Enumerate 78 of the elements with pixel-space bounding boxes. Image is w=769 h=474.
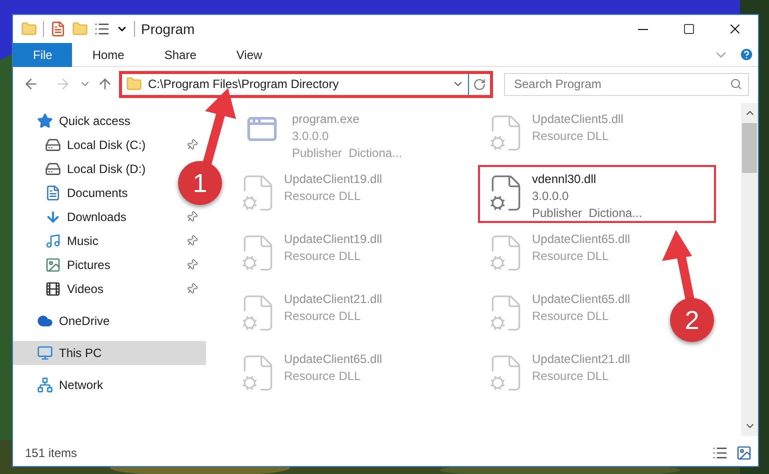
- sidebar-label: Downloads: [67, 209, 126, 226]
- search-field[interactable]: Search Program: [504, 72, 749, 96]
- sidebar-item[interactable]: Documents: [13, 181, 136, 205]
- sidebar-label: Quick access: [59, 113, 130, 130]
- drive-icon: [45, 161, 61, 177]
- sidebar-item[interactable]: Videos: [13, 277, 206, 301]
- monitor-icon: [37, 345, 53, 361]
- file-detail: Resource DLL: [284, 368, 362, 385]
- file-name: UpdateClient5.dll: [532, 111, 624, 128]
- maximize-icon: [683, 23, 695, 35]
- large-icons-view-icon[interactable]: [736, 445, 752, 461]
- drive-icon: [45, 137, 61, 153]
- help-icon[interactable]: [739, 47, 754, 62]
- up-icon[interactable]: [97, 76, 113, 92]
- picture-icon: [45, 257, 61, 273]
- file-name: UpdateClient19.dll: [284, 231, 382, 248]
- sidebar-label: Music: [67, 233, 98, 250]
- file-detail: Resource DLL: [532, 308, 610, 325]
- folder-icon: [126, 76, 142, 92]
- search-icon[interactable]: [730, 78, 742, 90]
- file-detail: Publisher Dictiona...: [292, 145, 402, 162]
- file-detail: Resource DLL: [532, 248, 610, 265]
- item-count: 151 items: [25, 445, 78, 462]
- back-icon[interactable]: [23, 76, 39, 92]
- file-detail: 3.0.0.0: [532, 188, 570, 205]
- minimize-icon: [638, 28, 648, 30]
- properties-icon[interactable]: [50, 21, 66, 37]
- address-path: C:\Program Files\Program Directory: [148, 76, 339, 93]
- scroll-thumb[interactable]: [742, 123, 757, 173]
- sidebar-item[interactable]: Pictures: [13, 253, 206, 277]
- file-name: UpdateClient65.dll: [532, 291, 630, 308]
- refresh-icon[interactable]: [473, 78, 486, 90]
- file-detail: Resource DLL: [532, 368, 610, 385]
- sidebar-label: Local Disk (D:): [67, 161, 146, 178]
- sidebar-label: OneDrive: [59, 313, 110, 330]
- ribbon-tab[interactable]: File: [13, 42, 72, 66]
- film-icon: [45, 281, 61, 297]
- sidebar-label: This PC: [59, 345, 102, 362]
- network-icon: [37, 377, 53, 393]
- sidebar-label: Pictures: [67, 257, 110, 274]
- sidebar-label: Documents: [67, 185, 128, 202]
- sidebar-item[interactable]: Local Disk (C:): [13, 133, 206, 157]
- file-name: UpdateClient21.dll: [532, 351, 630, 368]
- file-detail: Publisher Dictiona...: [532, 205, 642, 222]
- view-icon[interactable]: [94, 21, 110, 37]
- sidebar-item[interactable]: Music: [13, 229, 206, 253]
- scrollbar[interactable]: [741, 103, 758, 436]
- file-detail: Resource DLL: [284, 248, 362, 265]
- file-detail: 3.0.0.0: [292, 128, 330, 145]
- file-item[interactable]: vdennl30.dll 3.0.0.0 Publisher Dictiona...: [478, 165, 716, 223]
- sidebar-item[interactable]: Downloads: [13, 205, 206, 229]
- sidebar-item[interactable]: Quick access: [13, 109, 138, 133]
- star-icon: [37, 113, 53, 129]
- file-detail: Resource DLL: [284, 308, 362, 325]
- file-name: UpdateClient65.dll: [532, 231, 630, 248]
- ribbon-tab[interactable]: Home: [72, 42, 144, 66]
- window-title: Program: [141, 20, 195, 39]
- file-name: vdennl30.dll: [532, 171, 598, 188]
- address-bar[interactable]: C:\Program Files\Program Directory: [119, 70, 493, 98]
- cloud-icon: [37, 313, 53, 329]
- sidebar-label: Local Disk (C:): [67, 137, 146, 154]
- sidebar-item[interactable]: Local Disk (D:): [13, 157, 154, 181]
- sidebar-label: Videos: [67, 281, 104, 298]
- file-detail: Resource DLL: [284, 188, 362, 205]
- ribbon-tab[interactable]: Share: [144, 42, 216, 66]
- sidebar-label: Network: [59, 377, 104, 394]
- sidebar-item[interactable]: OneDrive: [13, 309, 118, 333]
- file-name: UpdateClient65.dll: [284, 351, 382, 368]
- file-detail: Resource DLL: [532, 128, 610, 145]
- file-name: UpdateClient21.dll: [284, 291, 382, 308]
- ribbon-tab[interactable]: View: [216, 42, 282, 66]
- file-name: program.exe: [292, 111, 360, 128]
- document-icon: [45, 185, 61, 201]
- file-name: UpdateClient19.dll: [284, 171, 382, 188]
- details-view-icon[interactable]: [712, 445, 728, 461]
- sidebar-item[interactable]: This PC: [13, 341, 206, 365]
- sidebar-item[interactable]: Network: [13, 373, 112, 397]
- music-note-icon: [45, 233, 61, 249]
